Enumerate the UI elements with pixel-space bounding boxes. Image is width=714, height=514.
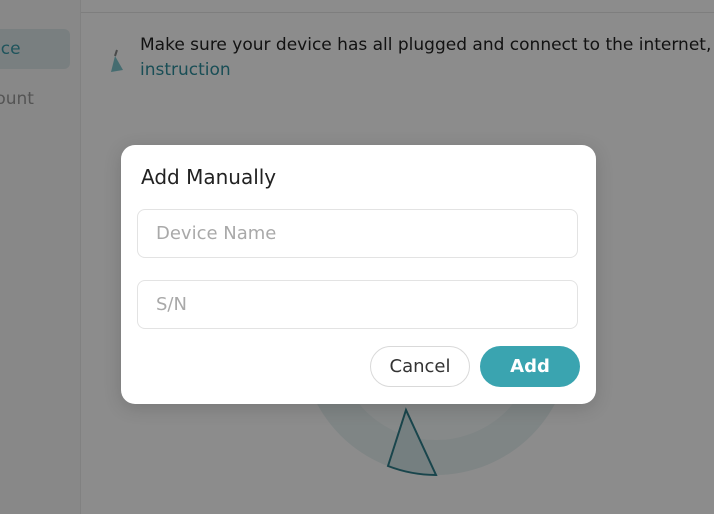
serial-number-input[interactable] — [137, 280, 578, 329]
add-button[interactable]: Add — [480, 346, 580, 387]
cancel-button[interactable]: Cancel — [370, 346, 470, 387]
device-name-input[interactable] — [137, 209, 578, 258]
add-manually-dialog: Add Manually Cancel Add — [121, 145, 596, 404]
dialog-title: Add Manually — [141, 165, 277, 189]
